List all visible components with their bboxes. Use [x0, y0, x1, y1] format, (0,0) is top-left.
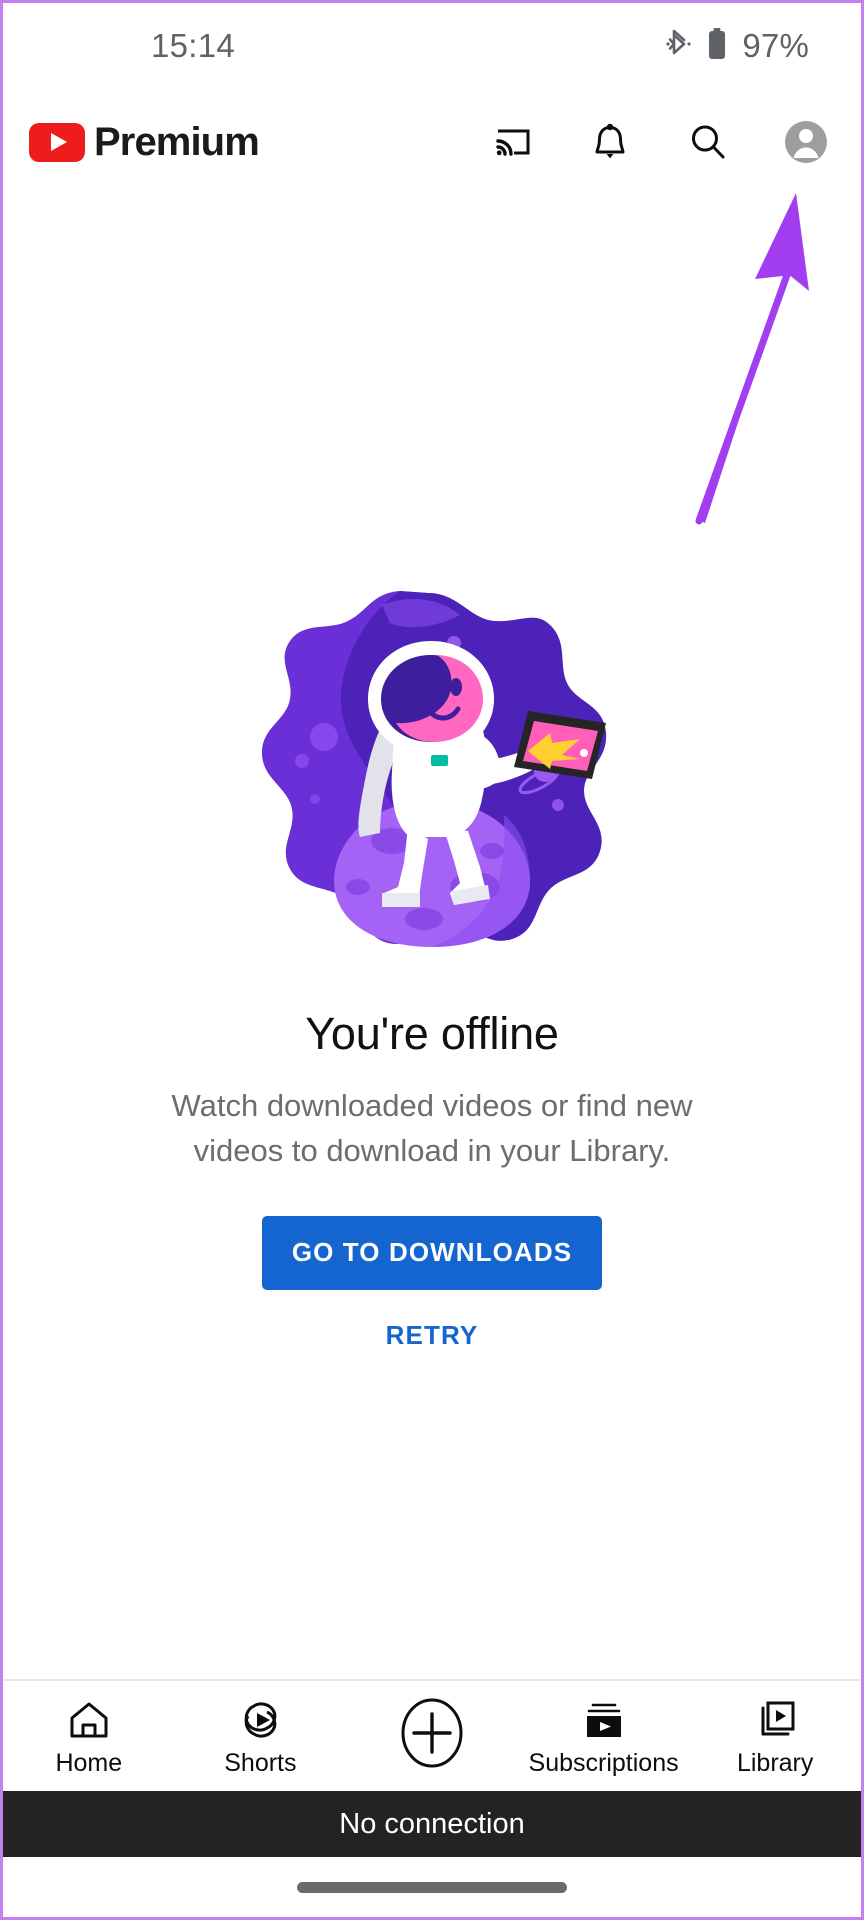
- battery-icon: [706, 27, 728, 66]
- offline-state-panel: You're offline Watch downloaded videos o…: [3, 195, 861, 1731]
- app-header: Premium: [3, 89, 861, 195]
- nav-label-home: Home: [55, 1748, 123, 1777]
- nav-item-shorts[interactable]: Shorts: [175, 1695, 347, 1778]
- gesture-bar-area: [3, 1857, 861, 1917]
- phone-screen: 15:14 97% Premium You're offline Watch d…: [0, 0, 864, 1920]
- library-icon: [752, 1695, 798, 1743]
- home-icon: [66, 1695, 112, 1743]
- account-avatar-icon[interactable]: [783, 119, 829, 165]
- home-gesture-bar[interactable]: [297, 1881, 567, 1893]
- nav-item-subscriptions[interactable]: Subscriptions: [518, 1695, 690, 1778]
- youtube-play-icon: [29, 122, 85, 162]
- search-icon[interactable]: [685, 119, 731, 165]
- status-bar: 15:14 97%: [3, 3, 861, 89]
- nav-item-home[interactable]: Home: [3, 1695, 175, 1778]
- nav-label-shorts: Shorts: [224, 1748, 297, 1777]
- youtube-premium-logo[interactable]: Premium: [29, 120, 260, 164]
- nav-label-subscriptions: Subscriptions: [528, 1748, 679, 1777]
- nav-label-library: Library: [736, 1748, 814, 1777]
- create-plus-icon: [400, 1698, 464, 1768]
- subscriptions-icon: [580, 1695, 628, 1743]
- status-bar-time: 15:14: [151, 27, 236, 64]
- page-title: You're offline: [305, 1008, 559, 1059]
- nav-item-library[interactable]: Library: [689, 1695, 861, 1778]
- nav-item-create[interactable]: [346, 1698, 518, 1774]
- toast-message: No connection: [339, 1807, 525, 1840]
- no-connection-toast: No connection: [3, 1791, 861, 1857]
- status-bar-indicators: 97%: [666, 27, 809, 66]
- header-actions: [489, 119, 829, 165]
- shorts-icon: [237, 1695, 283, 1743]
- astronaut-on-planet-illustration: [232, 575, 632, 980]
- battery-percentage: 97%: [742, 27, 809, 64]
- cast-icon[interactable]: [489, 119, 535, 165]
- brand-label: Premium: [94, 120, 260, 164]
- bluetooth-icon: [666, 27, 692, 66]
- go-to-downloads-button[interactable]: GO TO DOWNLOADS: [262, 1215, 602, 1290]
- page-subtitle: Watch downloaded videos or find new vide…: [171, 1088, 693, 1168]
- notifications-bell-icon[interactable]: [587, 119, 633, 165]
- bottom-navigation-bar: Home Shorts Subscriptions Library: [3, 1679, 861, 1791]
- retry-button[interactable]: RETRY: [386, 1320, 479, 1351]
